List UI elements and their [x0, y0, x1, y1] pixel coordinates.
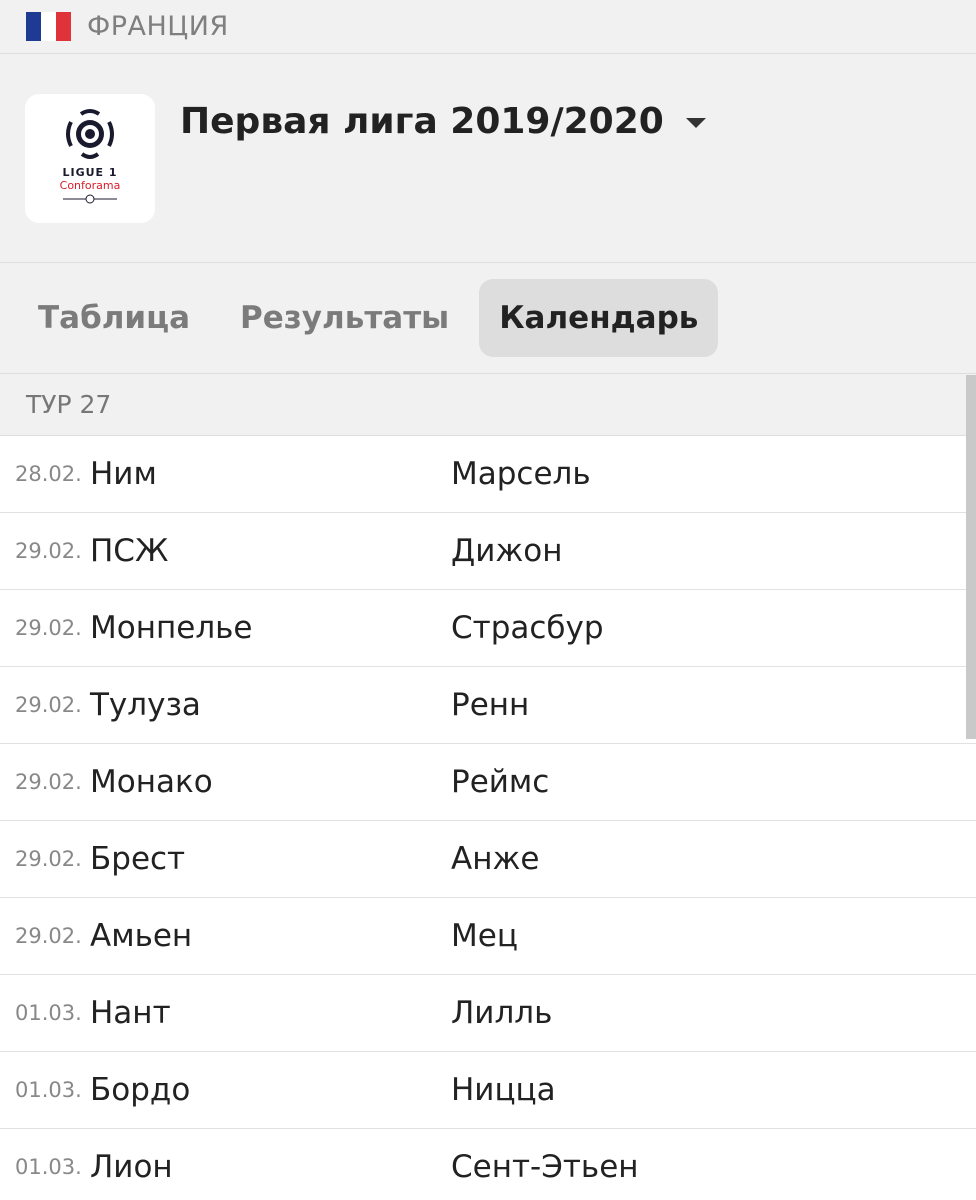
tab-calendar[interactable]: Календарь [479, 279, 719, 357]
tab-table[interactable]: Таблица [18, 279, 210, 357]
round-header: ТУР 27 [0, 374, 976, 436]
away-team: Дижон [451, 533, 563, 569]
fixture-date: 29.02. [15, 539, 82, 563]
away-team: Сент-Этьен [451, 1149, 639, 1185]
away-team: Марсель [451, 456, 591, 492]
fixture-row[interactable]: 29.02. Брест Анже [0, 821, 976, 898]
away-team: Ренн [451, 687, 530, 723]
country-header: ФРАНЦИЯ [0, 0, 976, 54]
away-team: Мец [451, 918, 518, 954]
home-team: Брест [90, 841, 186, 877]
svg-text:LIGUE 1: LIGUE 1 [62, 166, 117, 179]
fixture-row[interactable]: 29.02. Амьен Мец [0, 898, 976, 975]
scrollbar[interactable] [966, 375, 976, 739]
fixture-date: 01.03. [15, 1001, 82, 1025]
away-team: Лилль [451, 995, 553, 1031]
fixture-list: 28.02. Ним Марсель 29.02. ПСЖ Дижон 29.02. Монп… [0, 436, 976, 1200]
home-team: Амьен [90, 918, 193, 954]
tab-results[interactable]: Результаты [220, 279, 469, 357]
fixture-row[interactable]: 29.02. Тулуза Ренн [0, 667, 976, 744]
chevron-down-icon [685, 117, 706, 128]
country-name: ФРАНЦИЯ [87, 11, 229, 42]
tab-bar: Таблица Результаты Календарь [0, 263, 976, 374]
fixture-date: 29.02. [15, 847, 82, 871]
home-team: ПСЖ [90, 533, 169, 569]
home-team: Лион [90, 1149, 173, 1185]
home-team: Ним [90, 456, 157, 492]
fixture-row[interactable]: 29.02. Монпелье Страсбур [0, 590, 976, 667]
fixture-row[interactable]: 01.03. Лион Сент-Этьен [0, 1129, 976, 1200]
away-team: Анже [451, 841, 540, 877]
svg-text:Conforama: Conforama [60, 179, 121, 192]
fixture-date: 01.03. [15, 1155, 82, 1179]
fixture-date: 29.02. [15, 616, 82, 640]
home-team: Нант [90, 995, 171, 1031]
league-selector[interactable]: Первая лига 2019/2020 [180, 101, 706, 142]
away-team: Ницца [451, 1072, 556, 1108]
fixture-row[interactable]: 01.03. Нант Лилль [0, 975, 976, 1052]
league-title: Первая лига 2019/2020 [180, 101, 664, 142]
fixture-date: 29.02. [15, 693, 82, 717]
home-team: Монпелье [90, 610, 253, 646]
fixture-date: 29.02. [15, 770, 82, 794]
home-team: Монако [90, 764, 213, 800]
ligue1-logo: LIGUE 1 Conforama [25, 94, 155, 223]
away-team: Реймс [451, 764, 550, 800]
ligue1-logo-icon: LIGUE 1 Conforama [60, 109, 121, 204]
fixture-row[interactable]: 29.02. ПСЖ Дижон [0, 513, 976, 590]
home-team: Тулуза [90, 687, 201, 723]
home-team: Бордо [90, 1072, 191, 1108]
fixture-date: 28.02. [15, 462, 82, 486]
fixture-date: 01.03. [15, 1078, 82, 1102]
fixture-date: 29.02. [15, 924, 82, 948]
france-flag-icon [26, 12, 71, 41]
away-team: Страсбур [451, 610, 604, 646]
fixture-row[interactable]: 01.03. Бордо Ницца [0, 1052, 976, 1129]
league-header: LIGUE 1 Conforama Первая лига 2019/2020 [0, 54, 976, 263]
fixture-row[interactable]: 29.02. Монако Реймс [0, 744, 976, 821]
fixture-row[interactable]: 28.02. Ним Марсель [0, 436, 976, 513]
